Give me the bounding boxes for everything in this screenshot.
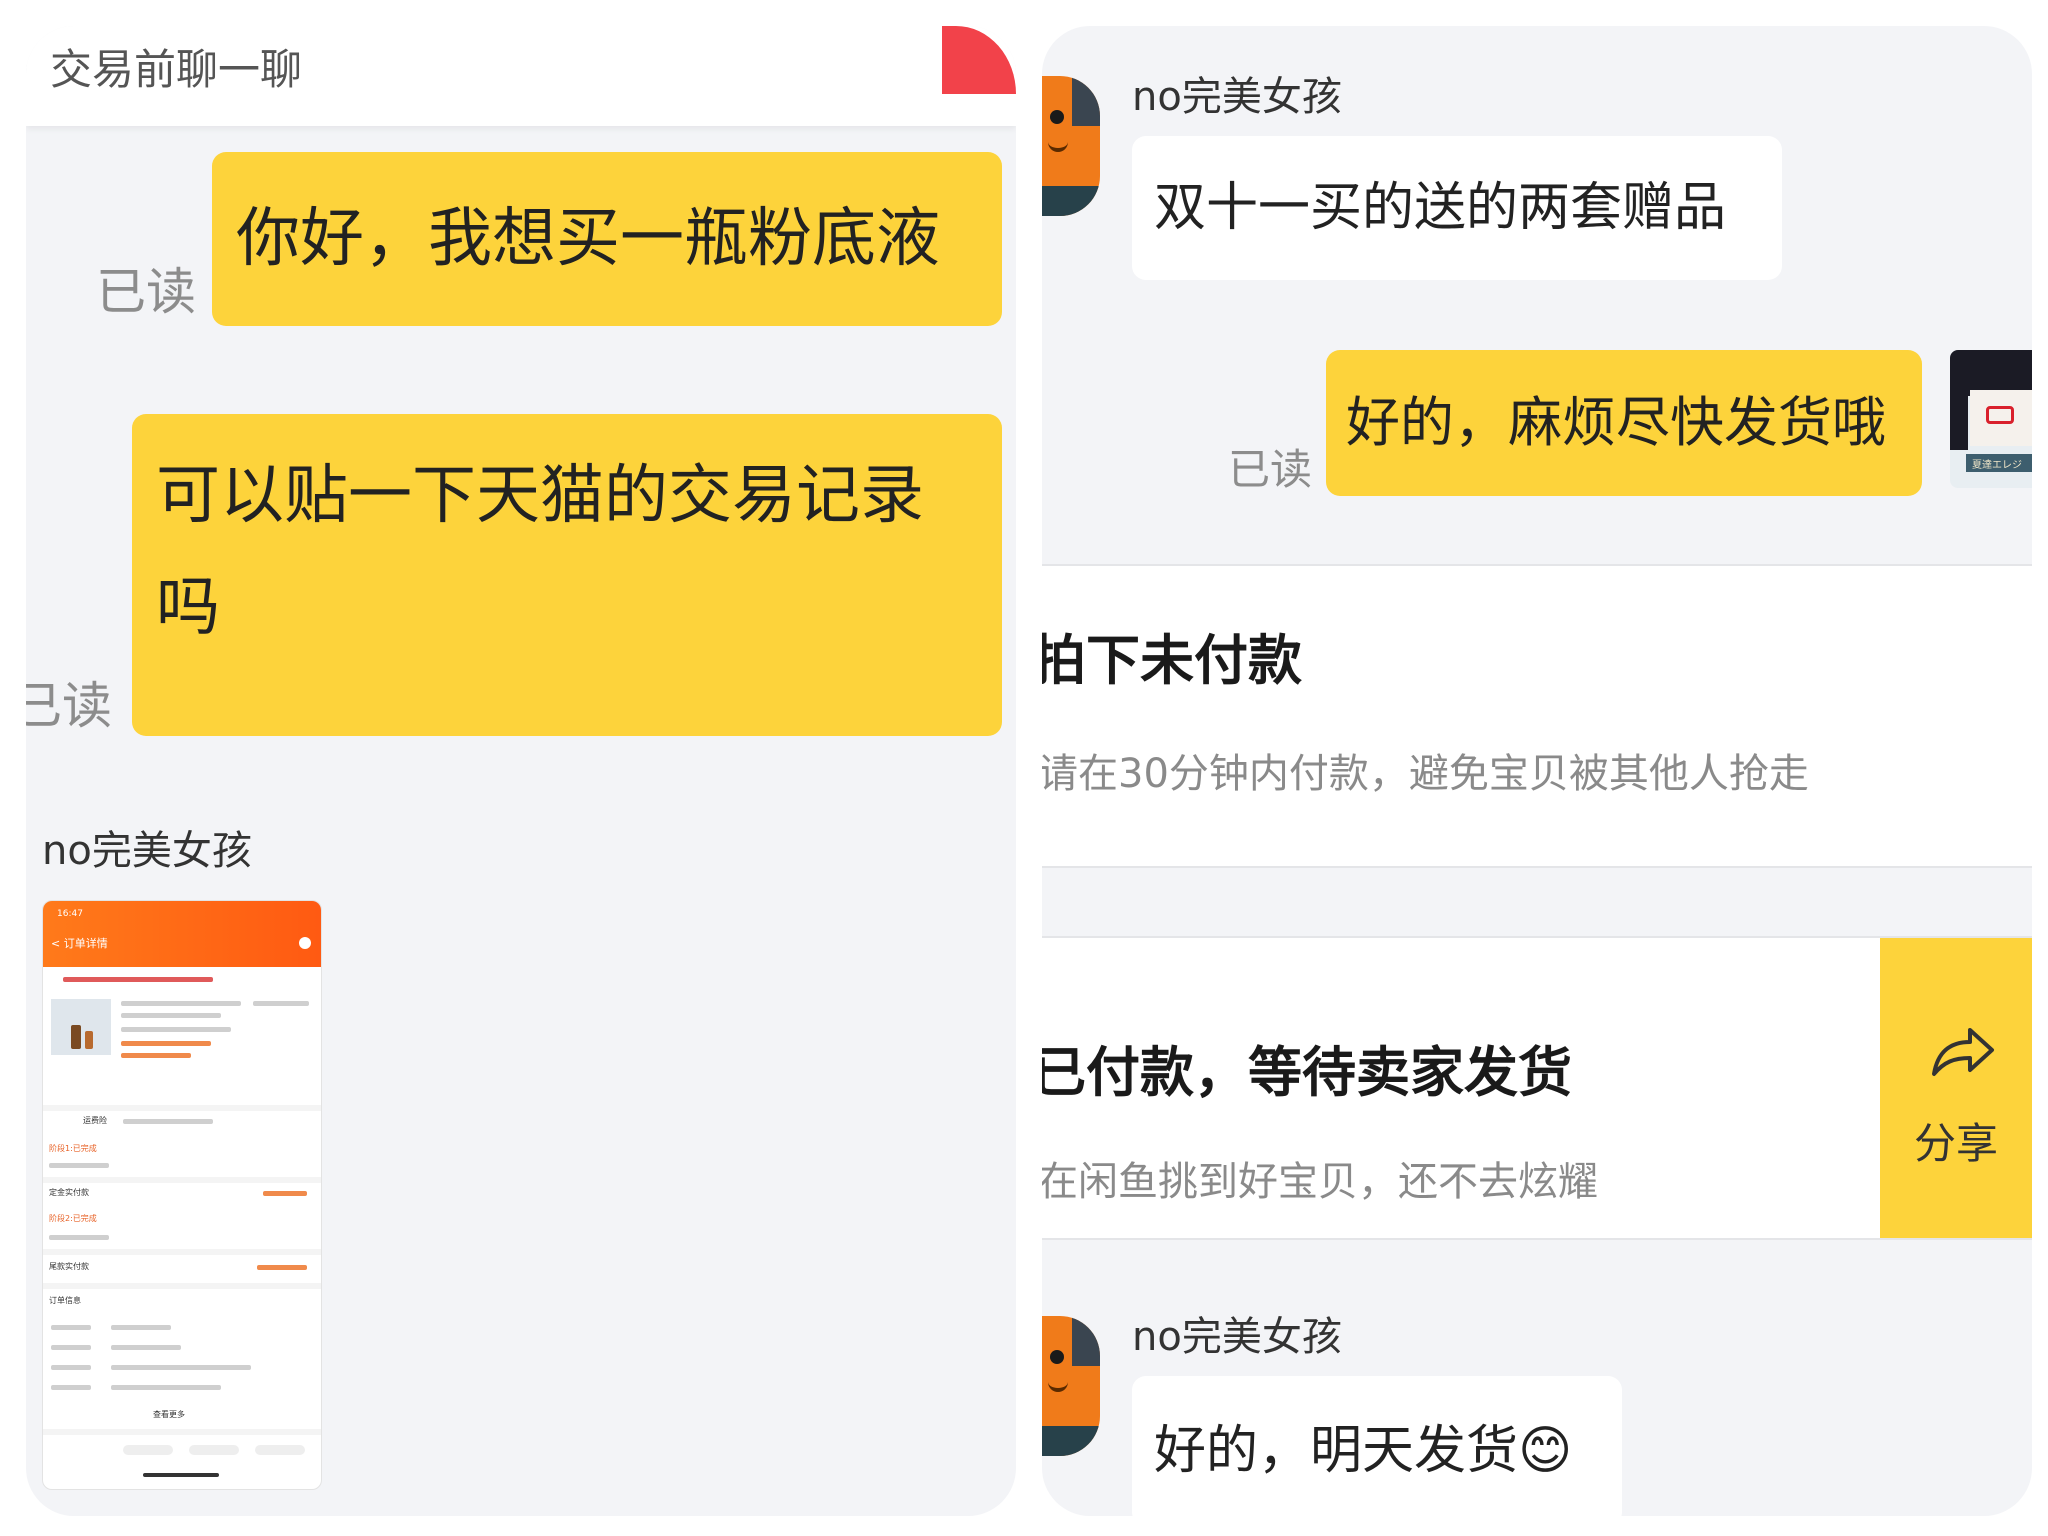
seller-avatar-icon[interactable] bbox=[1042, 76, 1100, 216]
thumb-label: 阶段1:已完成 bbox=[49, 1144, 97, 1153]
order-header: 16:47 < 订单详情 bbox=[43, 901, 321, 967]
incoming-message: 双十一买的送的两套赠品 bbox=[1132, 136, 1782, 280]
status-subtitle: 请在30分钟内付款，避免宝贝被其他人抢走 bbox=[1042, 751, 1809, 797]
thumb-label: 订单信息 bbox=[49, 1296, 81, 1305]
text-line bbox=[123, 1119, 213, 1124]
text-line bbox=[51, 1345, 91, 1350]
home-indicator bbox=[143, 1473, 219, 1477]
text-line bbox=[253, 1001, 309, 1006]
sender-name: no完美女孩 bbox=[1132, 74, 1342, 120]
sender-name: no完美女孩 bbox=[42, 828, 252, 874]
text-line bbox=[51, 1365, 91, 1370]
status-subtitle: 在闲鱼挑到好宝贝，还不去炫耀 bbox=[1042, 1159, 1598, 1205]
read-receipt: 已读 bbox=[26, 677, 112, 735]
text-line bbox=[111, 1365, 251, 1370]
text-line bbox=[121, 1041, 211, 1046]
thumb-label: 阶段2:已完成 bbox=[49, 1214, 97, 1223]
shop-line bbox=[63, 977, 213, 982]
text-line bbox=[111, 1385, 221, 1390]
outgoing-message: 可以贴一下天猫的交易记录 吗 bbox=[132, 414, 1002, 736]
read-receipt: 已读 bbox=[96, 263, 196, 321]
text-line bbox=[257, 1265, 307, 1270]
incoming-message: 好的，明天发货😊 bbox=[1132, 1376, 1622, 1516]
share-label: 分享 bbox=[1913, 1119, 1998, 1168]
message-text: 好的，明天发货😊 bbox=[1154, 1421, 1573, 1481]
share-button[interactable]: 分享 bbox=[1880, 938, 2032, 1238]
outgoing-message: 你好，我想买一瓶粉底液 bbox=[212, 152, 1002, 326]
message-text-line1: 可以贴一下天猫的交易记录 bbox=[156, 459, 924, 533]
outgoing-message: 好的，麻烦尽快发货哦 bbox=[1326, 350, 1922, 496]
thumb-label: 定金实付款 bbox=[49, 1188, 89, 1197]
text-line bbox=[111, 1325, 171, 1330]
status-title: 拍下未付款 bbox=[1042, 629, 1302, 692]
seller-avatar-icon[interactable] bbox=[1042, 1316, 1100, 1456]
product-image bbox=[51, 999, 111, 1055]
separator bbox=[43, 1177, 321, 1183]
text-line bbox=[51, 1325, 91, 1330]
text-line bbox=[121, 1053, 191, 1058]
chat-title: 交易前聊一聊 bbox=[50, 45, 303, 94]
text-line bbox=[121, 1013, 221, 1018]
status-bar-time: 16:47 bbox=[57, 909, 83, 919]
user-avatar-icon[interactable]: 夏達エレジ bbox=[1950, 350, 2032, 488]
back-label: < 订单详情 bbox=[51, 937, 108, 950]
text-line bbox=[121, 1001, 241, 1006]
chat-panel-left: 交易前聊一聊 已读 你好，我想买一瓶粉底液 已读 可以贴一下天猫的交易记录 吗 … bbox=[26, 26, 1016, 1516]
text-line bbox=[263, 1191, 307, 1196]
share-icon bbox=[1932, 1028, 1994, 1076]
text-line bbox=[49, 1163, 109, 1168]
thumb-label: 运费险 bbox=[83, 1116, 107, 1125]
text-line bbox=[49, 1235, 109, 1240]
message-text-line2: 吗 bbox=[156, 571, 220, 645]
message-text: 双十一买的送的两套赠品 bbox=[1154, 178, 1727, 238]
read-receipt: 已读 bbox=[1228, 445, 1313, 494]
order-screenshot-image[interactable]: 16:47 < 订单详情 运费险 阶段1:已完成 定金实付款 阶段2:已完成 尾… bbox=[42, 900, 322, 1490]
divider bbox=[1042, 866, 2032, 868]
message-text: 你好，我想买一瓶粉底液 bbox=[236, 202, 940, 276]
separator bbox=[43, 1429, 321, 1435]
red-badge-icon[interactable] bbox=[942, 26, 1016, 94]
order-status-card-paid[interactable]: 已付款，等待卖家发货 在闲鱼挑到好宝贝，还不去炫耀 分享 bbox=[1042, 938, 2032, 1238]
more-icon bbox=[299, 937, 311, 949]
message-text: 好的，麻烦尽快发货哦 bbox=[1346, 391, 1886, 454]
divider bbox=[1042, 1238, 2032, 1240]
avatar-caption: 夏達エレジ bbox=[1972, 460, 2022, 471]
separator bbox=[43, 1249, 321, 1255]
thumb-button bbox=[255, 1445, 305, 1455]
thumb-label: 尾款实付款 bbox=[49, 1262, 89, 1271]
text-line bbox=[111, 1345, 181, 1350]
text-line bbox=[51, 1385, 91, 1390]
sender-name: no完美女孩 bbox=[1132, 1314, 1342, 1360]
order-status-card-unpaid[interactable]: 拍下未付款 请在30分钟内付款，避免宝贝被其他人抢走 bbox=[1042, 566, 2032, 866]
thumb-button bbox=[189, 1445, 239, 1455]
separator bbox=[43, 1105, 321, 1111]
chat-panel-right: no完美女孩 双十一买的送的两套赠品 已读 好的，麻烦尽快发货哦 夏達エレジ 拍… bbox=[1042, 26, 2032, 1516]
thumb-button bbox=[123, 1445, 173, 1455]
text-line bbox=[121, 1027, 231, 1032]
thumb-label: 查看更多 bbox=[153, 1410, 185, 1419]
chat-header: 交易前聊一聊 bbox=[26, 26, 1016, 126]
status-title: 已付款，等待卖家发货 bbox=[1042, 1041, 1572, 1104]
separator bbox=[43, 1283, 321, 1289]
